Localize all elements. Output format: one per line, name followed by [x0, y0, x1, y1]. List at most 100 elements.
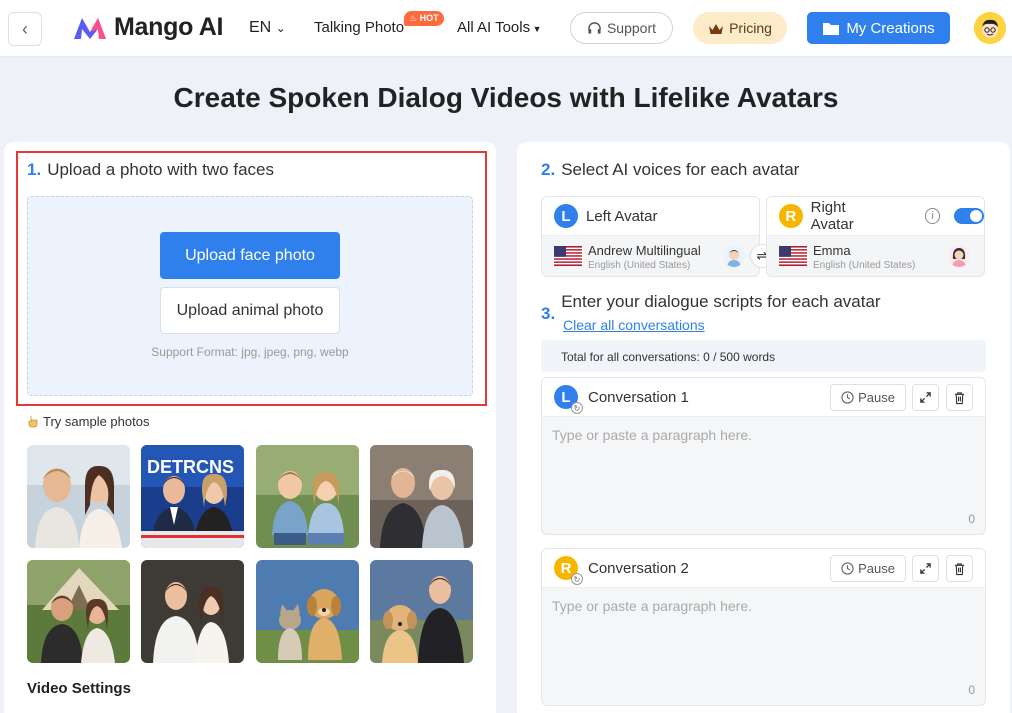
chevron-left-icon: ‹: [22, 18, 28, 39]
hot-badge: ♨ HOT: [404, 11, 444, 26]
switch-speaker-icon[interactable]: ↻: [571, 402, 583, 414]
nav-talking-photo[interactable]: Talking Photo: [314, 19, 404, 36]
upload-animal-photo-button[interactable]: Upload animal photo: [160, 287, 340, 334]
my-creations-label: My Creations: [846, 19, 935, 37]
right-voice-language: English (United States): [813, 260, 916, 271]
pause-label: Pause: [858, 561, 895, 576]
couple-indoor-photo: [27, 445, 130, 548]
conversation-1-pause-button[interactable]: Pause: [830, 384, 906, 411]
pause-label: Pause: [858, 390, 895, 405]
supported-formats-note: Support Format: jpg, jpeg, png, webp: [151, 345, 349, 359]
step-1-label: Upload a photo with two faces: [47, 160, 274, 179]
pricing-button[interactable]: Pricing: [693, 12, 787, 44]
left-avatar-card[interactable]: L Left Avatar Andrew Multilingual Englis…: [541, 196, 760, 277]
step-1-title: 1. Upload a photo with two faces: [27, 160, 274, 180]
user-avatar[interactable]: [974, 12, 1006, 44]
young-couple-photo: [141, 560, 244, 663]
try-sample-photos-text: Try sample photos: [43, 414, 150, 429]
upload-face-photo-button[interactable]: Upload face photo: [160, 232, 340, 279]
clear-all-conversations-link[interactable]: Clear all conversations: [563, 317, 705, 333]
conversation-1-expand-button[interactable]: [912, 384, 939, 411]
user-avatar-icon: [974, 12, 1006, 44]
sample-photo-6[interactable]: [141, 560, 244, 663]
top-bar: ‹ Mango AI EN ⌄ Talking Photo ♨ HOT All …: [0, 0, 1012, 57]
right-avatar-header: R Right Avatar i: [767, 197, 984, 236]
caret-down-icon: ▼: [530, 24, 542, 34]
sample-photo-2[interactable]: DETRCNS: [141, 445, 244, 548]
sample-photo-3[interactable]: [256, 445, 359, 548]
conversation-2-delete-button[interactable]: [946, 555, 973, 582]
conversation-2-expand-button[interactable]: [912, 555, 939, 582]
cat-and-dog-photo: [256, 560, 359, 663]
expand-icon: [920, 563, 931, 574]
right-avatar-toggle[interactable]: [954, 208, 984, 224]
hand-pointer-icon: [28, 416, 38, 428]
video-settings-heading: Video Settings: [27, 680, 131, 697]
back-button[interactable]: ‹: [8, 12, 42, 46]
conversation-1: L ↻ Conversation 1 Pause 0: [541, 377, 986, 535]
right-avatar-badge: R: [779, 204, 803, 228]
left-avatar-label: Left Avatar: [586, 207, 658, 225]
nav-all-ai-tools[interactable]: All AI Tools ▼: [457, 19, 542, 36]
conversation-1-textarea[interactable]: [542, 417, 985, 534]
news-anchors-photo: DETRCNS: [141, 445, 244, 548]
folder-icon: [823, 22, 840, 35]
us-flag-icon: [779, 246, 807, 266]
step-2-number: 2.: [541, 160, 556, 179]
page-title: Create Spoken Dialog Videos with Lifelik…: [173, 82, 839, 113]
support-button[interactable]: Support: [570, 12, 673, 44]
conversation-2-pause-button[interactable]: Pause: [830, 555, 906, 582]
news-banner-text: DETRCNS: [147, 457, 234, 477]
step-3-title: 3. Enter your dialogue scripts for each a…: [541, 292, 881, 323]
crown-icon: [709, 23, 724, 34]
conversation-2-title: Conversation 2: [588, 560, 689, 577]
step-2-title: 2. Select AI voices for each avatar: [541, 160, 799, 180]
conversation-1-delete-button[interactable]: [946, 384, 973, 411]
right-voice-name: Emma: [813, 243, 851, 258]
language-selector[interactable]: EN ⌄: [249, 19, 286, 37]
conversation-1-title: Conversation 1: [588, 389, 689, 406]
left-voice-selector[interactable]: Andrew Multilingual English (United Stat…: [542, 236, 759, 276]
left-voice-name: Andrew Multilingual: [588, 243, 701, 258]
hot-badge-label: HOT: [419, 13, 439, 23]
male-voice-avatar-icon: [723, 245, 745, 267]
conversation-1-header: L ↻ Conversation 1 Pause: [542, 378, 985, 417]
step-3-number: 3.: [541, 304, 556, 323]
trash-icon: [954, 562, 965, 575]
right-avatar-card[interactable]: R Right Avatar i Emma English (United St…: [766, 196, 985, 277]
left-voice-language: English (United States): [588, 260, 691, 271]
female-voice-avatar-icon: [948, 245, 970, 267]
left-avatar-header: L Left Avatar: [542, 197, 759, 236]
left-avatar-badge: L: [554, 204, 578, 228]
step-1-number: 1.: [27, 160, 42, 179]
headset-icon: [588, 21, 601, 34]
sample-photo-1[interactable]: [27, 445, 130, 548]
info-icon[interactable]: i: [924, 208, 941, 224]
step-2-label: Select AI voices for each avatar: [561, 160, 800, 179]
conversation-1-word-count: 0: [968, 512, 975, 526]
logo[interactable]: Mango AI: [72, 13, 223, 42]
step-3-label: Enter your dialogue scripts for each ava…: [561, 292, 881, 311]
sample-photo-4[interactable]: [370, 445, 473, 548]
sample-photo-7[interactable]: [256, 560, 359, 663]
elderly-couple-photo: [370, 445, 473, 548]
language-label: EN: [249, 19, 272, 36]
conversation-2: R ↻ Conversation 2 Pause 0: [541, 548, 986, 706]
conversation-2-header: R ↻ Conversation 2 Pause: [542, 549, 985, 588]
sample-photo-5[interactable]: [27, 560, 130, 663]
clock-icon: [841, 391, 854, 404]
nav-all-ai-tools-label: All AI Tools: [457, 19, 531, 36]
children-photo: [256, 445, 359, 548]
support-label: Support: [606, 20, 657, 36]
my-creations-button[interactable]: My Creations: [807, 12, 950, 44]
word-count-summary: Total for all conversations: 0 / 500 wor…: [541, 340, 986, 372]
switch-speaker-icon[interactable]: ↻: [571, 573, 583, 585]
expand-icon: [920, 392, 931, 403]
man-with-dog-photo: [370, 560, 473, 663]
pricing-label: Pricing: [729, 20, 772, 36]
clock-icon: [841, 562, 854, 575]
conversation-2-textarea[interactable]: [542, 588, 985, 705]
right-voice-selector[interactable]: Emma English (United States): [767, 236, 984, 276]
mango-logo-icon: [74, 17, 106, 39]
sample-photo-8[interactable]: [370, 560, 473, 663]
